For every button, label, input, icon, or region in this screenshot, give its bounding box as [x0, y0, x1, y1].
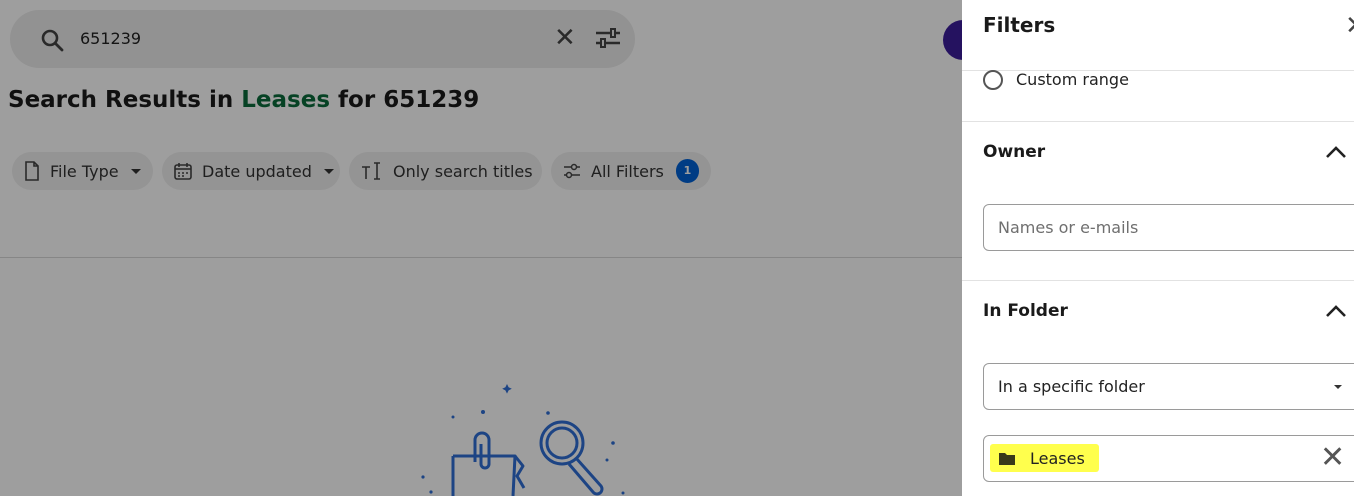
folder-chip-label: Leases — [1030, 448, 1085, 468]
folder-icon — [999, 452, 1015, 465]
folder-chip: Leases — [990, 444, 1099, 472]
chevron-up-icon[interactable] — [1325, 144, 1347, 163]
owner-section-title[interactable]: Owner — [983, 142, 1045, 162]
custom-range-radio[interactable] — [983, 70, 1003, 90]
chevron-down-icon — [1334, 385, 1342, 389]
remove-folder-icon[interactable]: ✕ — [1320, 443, 1345, 473]
panel-title: Filters — [983, 13, 1056, 37]
in-folder-section-title[interactable]: In Folder — [983, 301, 1068, 321]
custom-range-label[interactable]: Custom range — [1016, 70, 1129, 89]
modal-backdrop[interactable] — [0, 0, 962, 496]
filters-panel: Filters ✕ Custom range Owner Names or e-… — [962, 0, 1354, 496]
owner-input-placeholder: Names or e-mails — [998, 218, 1139, 237]
close-icon[interactable]: ✕ — [1345, 12, 1354, 40]
chevron-up-icon[interactable] — [1325, 303, 1347, 322]
folder-scope-value: In a specific folder — [998, 377, 1145, 396]
divider — [962, 121, 1354, 122]
owner-input[interactable]: Names or e-mails — [983, 204, 1354, 251]
divider — [962, 280, 1354, 281]
selected-folder-field[interactable]: Leases ✕ — [983, 435, 1354, 482]
folder-scope-select[interactable]: In a specific folder — [983, 363, 1354, 410]
